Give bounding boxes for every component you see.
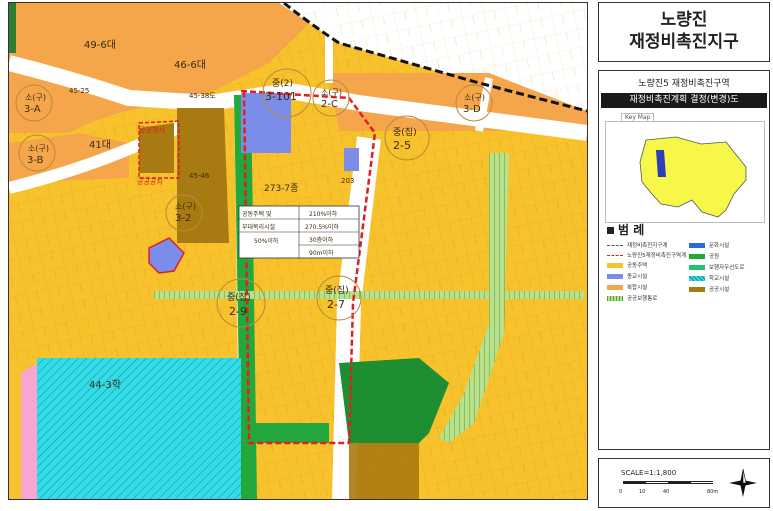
legend-label-ped-road: 보행자우선도로 — [709, 265, 745, 271]
legend-item-school: 학교시설 — [689, 274, 729, 282]
park-link — [249, 423, 329, 443]
title-line-2: 재정비촉진지구 — [629, 32, 739, 52]
road-label-101-type: 중(2) — [272, 78, 293, 89]
legend-swatch-cultural — [689, 242, 705, 248]
road-label-101-num: 3-101 — [265, 90, 297, 103]
legend-label-commercial: 복합시설 — [627, 285, 648, 291]
religious-facility-small — [344, 148, 359, 171]
road-label-2-5-type: 중(집) — [393, 126, 417, 138]
label-public-space: 공공공지 — [137, 177, 163, 186]
road-label-3d-num: 3-D — [463, 104, 481, 115]
legend-label-residential: 공동주택 — [627, 263, 648, 269]
legend-label-public: 공공시설 — [709, 287, 730, 293]
legend-swatch-public — [689, 286, 705, 292]
label-45-46: 45-46 — [189, 172, 210, 180]
key-map[interactable] — [605, 121, 765, 223]
title-line-1: 노량진 — [660, 10, 708, 30]
road-label-3-2-type: 소(구) — [175, 202, 196, 211]
scale-tick-40: 40 — [663, 489, 670, 495]
road-label-3b-type: 소(구) — [28, 144, 49, 153]
legend-swatch-park — [689, 253, 705, 259]
table-row2-left: 부대복리시설 — [242, 223, 275, 231]
legend-item-ped-path: 공공보행통로 — [607, 294, 657, 302]
legend-item-commercial: 복합시설 — [607, 283, 647, 291]
key-map-canvas — [639, 136, 747, 218]
legend-label-cultural: 문화시설 — [709, 243, 730, 249]
road-label-2-5-num: 2-5 — [393, 139, 411, 152]
label-41: 41대 — [89, 139, 111, 151]
table-row1-left: 공동주택 및 — [242, 211, 272, 218]
road-label-2-9-num: 2-9 — [229, 305, 247, 318]
road-label-2c-type: 소(구) — [321, 88, 342, 97]
scale-text: SCALE=1:1,800 — [621, 469, 677, 477]
residential-west-edge — [9, 363, 21, 499]
label-45-25: 45-25 — [69, 87, 89, 95]
legend-label-park: 공원 — [709, 254, 720, 260]
legend-swatch-commercial — [607, 284, 623, 290]
legend-item-ped-road: 보행자우선도로 — [689, 263, 744, 271]
label-273-7: 273-7종 — [264, 183, 298, 194]
table-row3-left: 50%이하 — [254, 237, 279, 245]
legend-title: 범 례 — [607, 221, 644, 238]
table-row1-right: 210%이하 — [309, 210, 338, 218]
label-46-6: 46-6대 — [174, 59, 206, 71]
legend-item-district: 재정비촉진지구계 — [607, 241, 667, 249]
pink-zone — [21, 363, 37, 499]
scale-tick-0: 0 — [619, 489, 623, 495]
label-45-38: 45-38도 — [189, 92, 216, 100]
table-row2-right: 270.5%이하 — [305, 223, 339, 231]
label-public-office: 공공청사 — [139, 125, 165, 134]
legend-item-public: 공공시설 — [689, 285, 729, 293]
legend-swatch-district — [607, 244, 623, 246]
legend-item-cultural: 문화시설 — [689, 241, 729, 249]
legend-swatch-ped-road — [689, 264, 705, 270]
road-label-2-9-type: 중(집) — [227, 291, 251, 303]
label-203: 203 — [341, 177, 354, 185]
scale-tick-80: 80m — [707, 489, 719, 495]
legend-label-project: 노량진5재정비촉진구역계 — [627, 253, 687, 259]
map-canvas: 49-6대 46-6대 41대 273-7종 45-38도 45-25 45-4… — [9, 3, 587, 499]
road-label-2-7-num: 2-7 — [327, 298, 345, 311]
legend-swatch-school — [689, 275, 705, 281]
legend-label-religious: 종교시설 — [627, 274, 648, 280]
road-label-2c-num: 2-C — [321, 99, 338, 110]
school-zone — [37, 358, 241, 499]
scale-box: SCALE=1:1,800 0 10 40 80m — [598, 458, 770, 508]
key-map-area — [639, 136, 747, 218]
north-arrow-icon — [729, 468, 757, 497]
legend-swatch-ped-path — [607, 295, 623, 301]
legend-label-ped-path: 공공보행통로 — [627, 296, 658, 302]
road-label-3a-type: 소(구) — [25, 93, 46, 102]
title-box: 노량진 재정비촉진지구 — [598, 2, 770, 62]
legend-swatch-religious — [607, 273, 623, 279]
road-label-3d-type: 소(구) — [464, 93, 485, 102]
legend-title-text: 범 례 — [618, 223, 645, 237]
zoning-map[interactable]: 49-6대 46-6대 41대 273-7종 45-38도 45-25 45-4… — [8, 2, 588, 500]
legend-item-religious: 종교시설 — [607, 272, 647, 280]
road-label-3b-num: 3-B — [27, 155, 44, 166]
legend-item-residential: 공동주택 — [607, 261, 647, 269]
road-label-3a-num: 3-A — [24, 104, 41, 115]
info-subtitle: 노량진5 재정비촉진구역 — [638, 79, 730, 89]
legend-label-school: 학교시설 — [709, 276, 730, 282]
legend-item-park: 공원 — [689, 252, 719, 260]
table-row4-right: 90m이하 — [309, 249, 334, 257]
legend-label-district: 재정비촉진지구계 — [627, 243, 668, 249]
info-header-bar: 재정비촉진계획 결정(변경)도 — [601, 93, 767, 108]
legend-item-project: 노량진5재정비촉진구역계 — [607, 251, 686, 259]
table-row3-right: 30층이하 — [309, 236, 334, 244]
legend-swatch-residential — [607, 262, 623, 268]
road-label-2-7-type: 중(집) — [325, 284, 349, 296]
legend-swatch-project — [607, 254, 623, 256]
road-label-3-2-num: 3-2 — [175, 213, 191, 224]
scale-bar — [623, 481, 713, 484]
green-strip-edge — [9, 3, 16, 53]
label-49-6: 49-6대 — [84, 39, 116, 51]
scale-tick-10: 10 — [639, 489, 646, 495]
info-panel: 노량진5 재정비촉진구역 재정비촉진계획 결정(변경)도 Key Map 범 례… — [598, 70, 770, 450]
label-44-3: 44-3학 — [89, 379, 121, 391]
